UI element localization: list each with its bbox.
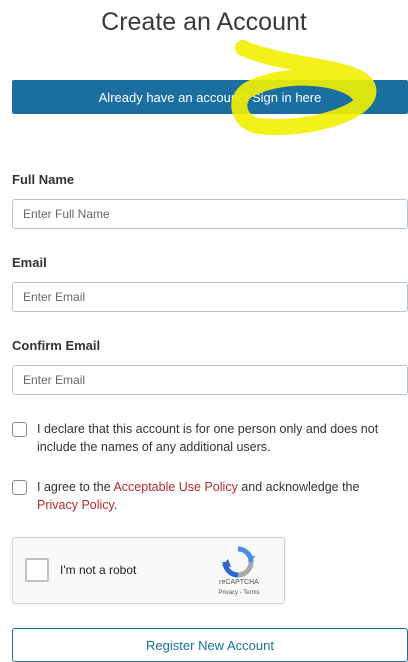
privacy-policy-link[interactable]: Privacy Policy	[37, 498, 114, 512]
full-name-label: Full Name	[12, 172, 75, 187]
recaptcha-brand: reCAPTCHA	[219, 579, 259, 586]
declaration-checkbox[interactable]	[12, 422, 27, 437]
confirm-email-label: Confirm Email	[12, 338, 101, 353]
signin-prefix: Already have an account?	[98, 89, 249, 105]
signin-link[interactable]: Sign in here	[252, 90, 321, 105]
full-name-input[interactable]	[12, 199, 408, 229]
declaration-row: I declare that this account is for one p…	[12, 420, 402, 456]
signin-banner: Already have an account? Sign in here	[12, 80, 408, 114]
email-input[interactable]	[12, 282, 408, 312]
declaration-text: I declare that this account is for one p…	[37, 422, 379, 454]
recaptcha-label: I'm not a robot	[60, 563, 137, 577]
confirm-email-input[interactable]	[12, 365, 408, 395]
agreement-row: I agree to the Acceptable Use Policy and…	[12, 478, 402, 514]
email-label: Email	[12, 255, 47, 270]
agreement-mid: and acknowledge the	[237, 480, 360, 494]
agreement-text: I agree to the Acceptable Use Policy and…	[37, 478, 402, 514]
recaptcha-logo-icon	[222, 546, 255, 578]
recaptcha-checkbox[interactable]	[25, 558, 49, 582]
agreement-pre: I agree to the	[37, 480, 114, 494]
recaptcha-widget: I'm not a robot reCAPTCHA Privacy - Term…	[12, 537, 285, 604]
recaptcha-links[interactable]: Privacy - Terms	[209, 590, 269, 596]
register-button[interactable]: Register New Account	[12, 628, 408, 662]
acceptable-use-policy-link[interactable]: Acceptable Use Policy	[113, 480, 237, 494]
page-title: Create an Account	[101, 8, 307, 36]
agreement-checkbox[interactable]	[12, 480, 27, 495]
agreement-post: .	[113, 498, 118, 512]
